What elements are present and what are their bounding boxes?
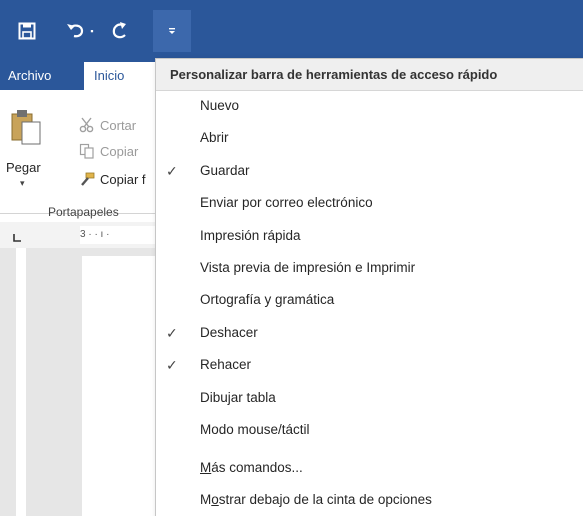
more-commands-label: ás comandos... [211,460,303,475]
menu-item-label: Abrir [200,130,229,146]
menu-item-label: Impresión rápida [200,227,301,243]
paste-icon [11,110,41,145]
menu-item[interactable]: Dibujar tabla [156,383,583,415]
paste-label[interactable]: Pegar [6,160,41,175]
tab-file[interactable]: Archivo [8,68,51,83]
menu-item[interactable]: ✓ Deshacer [156,318,583,350]
save-button[interactable] [14,18,40,44]
menu-item[interactable]: Ortografía y gramática [156,285,583,317]
horizontal-ruler[interactable]: 3 · · ı · [80,226,160,244]
undo-button[interactable]: ▪ [60,18,100,44]
show-below-access-key: o [211,492,219,507]
menu-item-label: Vista previa de impresión e Imprimir [200,260,416,275]
paintbrush-icon [78,170,96,188]
menu-item[interactable]: Abrir [156,123,583,155]
redo-icon [112,22,126,39]
show-below-prefix: M [200,492,212,507]
cut-label: Cortar [100,117,137,133]
menu-item-label: Modo mouse/táctil [200,422,310,437]
check-icon: ✓ [166,357,178,374]
menu-item-label: Rehacer [200,357,252,373]
cut-button[interactable]: Cortar [78,116,136,134]
check-icon: ✓ [166,324,178,341]
format-painter-button[interactable]: Copiar f [78,170,146,188]
customize-qat-menu: Personalizar barra de herramientas de ac… [155,58,583,516]
menu-item[interactable]: Modo mouse/táctil [156,415,583,447]
redo-button[interactable] [108,18,132,44]
menu-item-label: Dibujar tabla [200,389,276,405]
menu-item-show-below-ribbon[interactable]: Mostrar debajo de la cinta de opciones [156,485,583,516]
ruler-ticks: 3 · · ı · [80,229,110,240]
copy-button[interactable]: Copiar [78,142,138,160]
paste-dropdown-icon[interactable]: ▾ [20,178,25,189]
title-bar: ▪ [0,0,583,60]
menu-item-label: Enviar por correo electrónico [200,195,373,211]
menu-item[interactable]: ✓ Rehacer [156,350,583,382]
undo-icon [67,24,84,38]
customize-qat-button[interactable] [153,10,191,52]
format-painter-label: Copiar f [100,171,146,187]
check-icon: ✓ [166,162,178,179]
menu-item[interactable]: Vista previa de impresión e Imprimir [156,253,583,285]
menu-item-more-commands[interactable]: Más comandos... [156,453,583,485]
vertical-ruler[interactable] [16,248,26,516]
save-icon [18,22,36,40]
show-below-label: strar debajo de la cinta de opciones [218,492,432,507]
clipboard-group-label: Portapapeles [48,205,119,219]
more-commands-access-key: M [200,460,212,475]
menu-item-label: Nuevo [200,98,240,113]
menu-item-label: Deshacer [200,324,258,340]
menu-title: Personalizar barra de herramientas de ac… [156,59,583,91]
ribbon-home: Pegar ▾ Cortar Copiar Copiar f [0,90,160,214]
scissors-icon [78,116,96,134]
menu-item[interactable]: Enviar por correo electrónico [156,188,583,220]
ruler-row: 3 · · ı · [0,222,160,248]
tab-home[interactable]: Inicio [84,62,160,90]
customize-dropdown-icon [169,28,175,34]
copy-label: Copiar [100,143,139,159]
document-page[interactable] [82,256,160,516]
menu-item[interactable]: Impresión rápida [156,221,583,253]
menu-item-label: Ortografía y gramática [200,292,335,308]
undo-dropdown-icon[interactable]: ▪ [90,26,93,36]
menu-item-label: Guardar [200,162,250,178]
paste-button[interactable] [10,106,42,146]
copy-icon [78,142,96,160]
tab-selector-icon[interactable] [12,231,22,242]
menu-item[interactable]: Nuevo [156,91,583,123]
menu-item[interactable]: ✓ Guardar [156,156,583,188]
